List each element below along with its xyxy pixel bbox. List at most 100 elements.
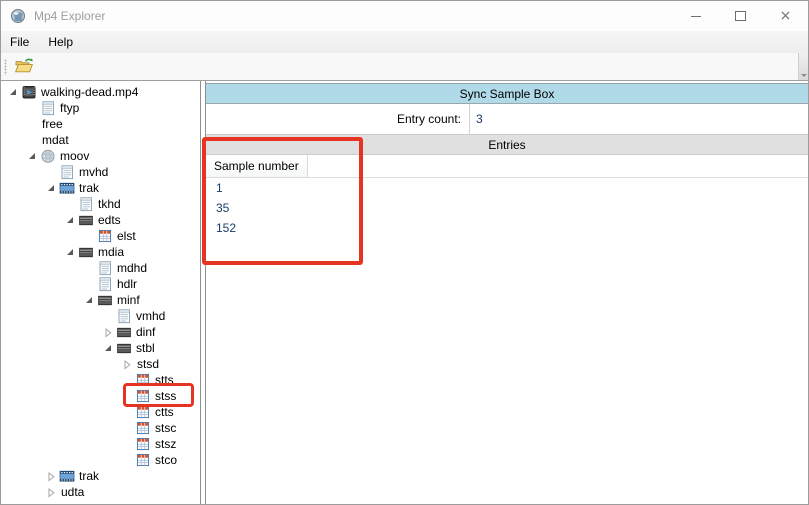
tree-item-udta[interactable]: udta (1, 484, 200, 500)
tree-item-label: hdlr (115, 276, 139, 292)
tree-item-label: udta (59, 484, 86, 500)
expander-spacer (84, 278, 97, 290)
box-icon (116, 340, 132, 356)
tree-item-walking-dead.mp4[interactable]: walking-dead.mp4 (1, 84, 200, 100)
main-content: walking-dead.mp4ftypfreemdatmoovmvhdtrak… (1, 81, 808, 504)
table-icon (135, 388, 151, 404)
tree-item-stbl[interactable]: stbl (1, 340, 200, 356)
maximize-icon (735, 11, 746, 21)
expander-expanded-icon[interactable] (65, 214, 78, 226)
table-icon (135, 404, 151, 420)
tree-item-label: trak (77, 468, 101, 484)
tree-item-label: stsc (153, 420, 178, 436)
box-icon (97, 292, 113, 308)
tree-item-stsz[interactable]: stsz (1, 436, 200, 452)
expander-expanded-icon[interactable] (103, 342, 116, 354)
expander-expanded-icon[interactable] (46, 182, 59, 194)
expander-collapsed-icon[interactable] (46, 470, 59, 482)
open-folder-icon (14, 57, 34, 77)
menu-help[interactable]: Help (41, 32, 80, 52)
tree-item-dinf[interactable]: dinf (1, 324, 200, 340)
expander-spacer (122, 422, 135, 434)
tree-item-label: mdat (40, 132, 71, 148)
filmstrip-icon (59, 468, 75, 484)
close-button[interactable]: × (763, 1, 808, 31)
document-icon (78, 196, 94, 212)
expander-collapsed-icon[interactable] (103, 326, 116, 338)
tree-item-stco[interactable]: stco (1, 452, 200, 468)
tree-item-label: tkhd (96, 196, 123, 212)
tree-item-mdhd[interactable]: mdhd (1, 260, 200, 276)
expander-spacer (84, 230, 97, 242)
tree-item-stss[interactable]: stss (1, 388, 200, 404)
document-icon (40, 100, 56, 116)
tree-item-label: stbl (134, 340, 157, 356)
expander-spacer (84, 262, 97, 274)
box-detail-panel: Sync Sample Box Entry count: 3 Entries S… (205, 81, 808, 504)
tree-item-stsd[interactable]: stsd (1, 356, 200, 372)
tree-item-tkhd[interactable]: tkhd (1, 196, 200, 212)
table-row[interactable]: 152 (206, 218, 808, 238)
tree-item-mvhd[interactable]: mvhd (1, 164, 200, 180)
tree-item-edts[interactable]: edts (1, 212, 200, 228)
table-row[interactable]: 1 (206, 178, 808, 198)
tree-item-trak[interactable]: trak (1, 468, 200, 484)
tree-item-vmhd[interactable]: vmhd (1, 308, 200, 324)
tree-item-label: ctts (153, 404, 176, 420)
toolbar-overflow-chevron-icon (801, 74, 807, 77)
tree-item-label: moov (58, 148, 91, 164)
tree-item-trak[interactable]: trak (1, 180, 200, 196)
expander-spacer (122, 406, 135, 418)
table-cell-sample-number: 152 (216, 221, 236, 235)
expander-spacer (122, 454, 135, 466)
tree-item-label: elst (115, 228, 138, 244)
filmstrip-icon (59, 180, 75, 196)
expander-collapsed-icon[interactable] (46, 486, 59, 498)
toolbar-grip[interactable] (4, 59, 7, 75)
open-file-button[interactable] (10, 55, 37, 79)
entries-section-header: Entries (206, 134, 808, 155)
box-icon (78, 212, 94, 228)
tree-item-ftyp[interactable]: ftyp (1, 100, 200, 116)
tree-item-elst[interactable]: elst (1, 228, 200, 244)
table-icon (135, 372, 151, 388)
expander-spacer (27, 118, 40, 130)
table-icon (97, 228, 113, 244)
table-icon (135, 436, 151, 452)
tree-item-mdia[interactable]: mdia (1, 244, 200, 260)
expander-spacer (65, 198, 78, 210)
document-icon (116, 308, 132, 324)
maximize-button[interactable] (718, 1, 763, 31)
expander-spacer (103, 310, 116, 322)
expander-collapsed-icon[interactable] (122, 358, 135, 370)
expander-spacer (122, 438, 135, 450)
tree-item-label: stss (153, 388, 178, 404)
toolbar-overflow-button[interactable] (798, 53, 808, 80)
document-icon (97, 276, 113, 292)
entry-count-value[interactable]: 3 (469, 104, 808, 134)
entry-count-row: Entry count: 3 (206, 104, 808, 134)
tree-item-ctts[interactable]: ctts (1, 404, 200, 420)
expander-expanded-icon[interactable] (27, 150, 40, 162)
tree-item-free[interactable]: free (1, 116, 200, 132)
expander-expanded-icon[interactable] (65, 246, 78, 258)
tree-item-stsc[interactable]: stsc (1, 420, 200, 436)
tree-item-label: ftyp (58, 100, 81, 116)
column-header-sample-number[interactable]: Sample number (206, 155, 308, 177)
document-icon (97, 260, 113, 276)
tree-item-minf[interactable]: minf (1, 292, 200, 308)
menu-file[interactable]: File (3, 32, 36, 52)
tree-item-stts[interactable]: stts (1, 372, 200, 388)
expander-expanded-icon[interactable] (8, 86, 21, 98)
tree-item-mdat[interactable]: mdat (1, 132, 200, 148)
minimize-button[interactable] (673, 1, 718, 31)
tree-item-hdlr[interactable]: hdlr (1, 276, 200, 292)
tree-item-moov[interactable]: moov (1, 148, 200, 164)
app-logo-icon (10, 8, 26, 24)
minimize-icon (691, 16, 701, 17)
table-row[interactable]: 35 (206, 198, 808, 218)
window-title: Mp4 Explorer (34, 9, 105, 23)
box-title-header: Sync Sample Box (206, 83, 808, 104)
expander-expanded-icon[interactable] (84, 294, 97, 306)
video-file-icon (21, 84, 37, 100)
